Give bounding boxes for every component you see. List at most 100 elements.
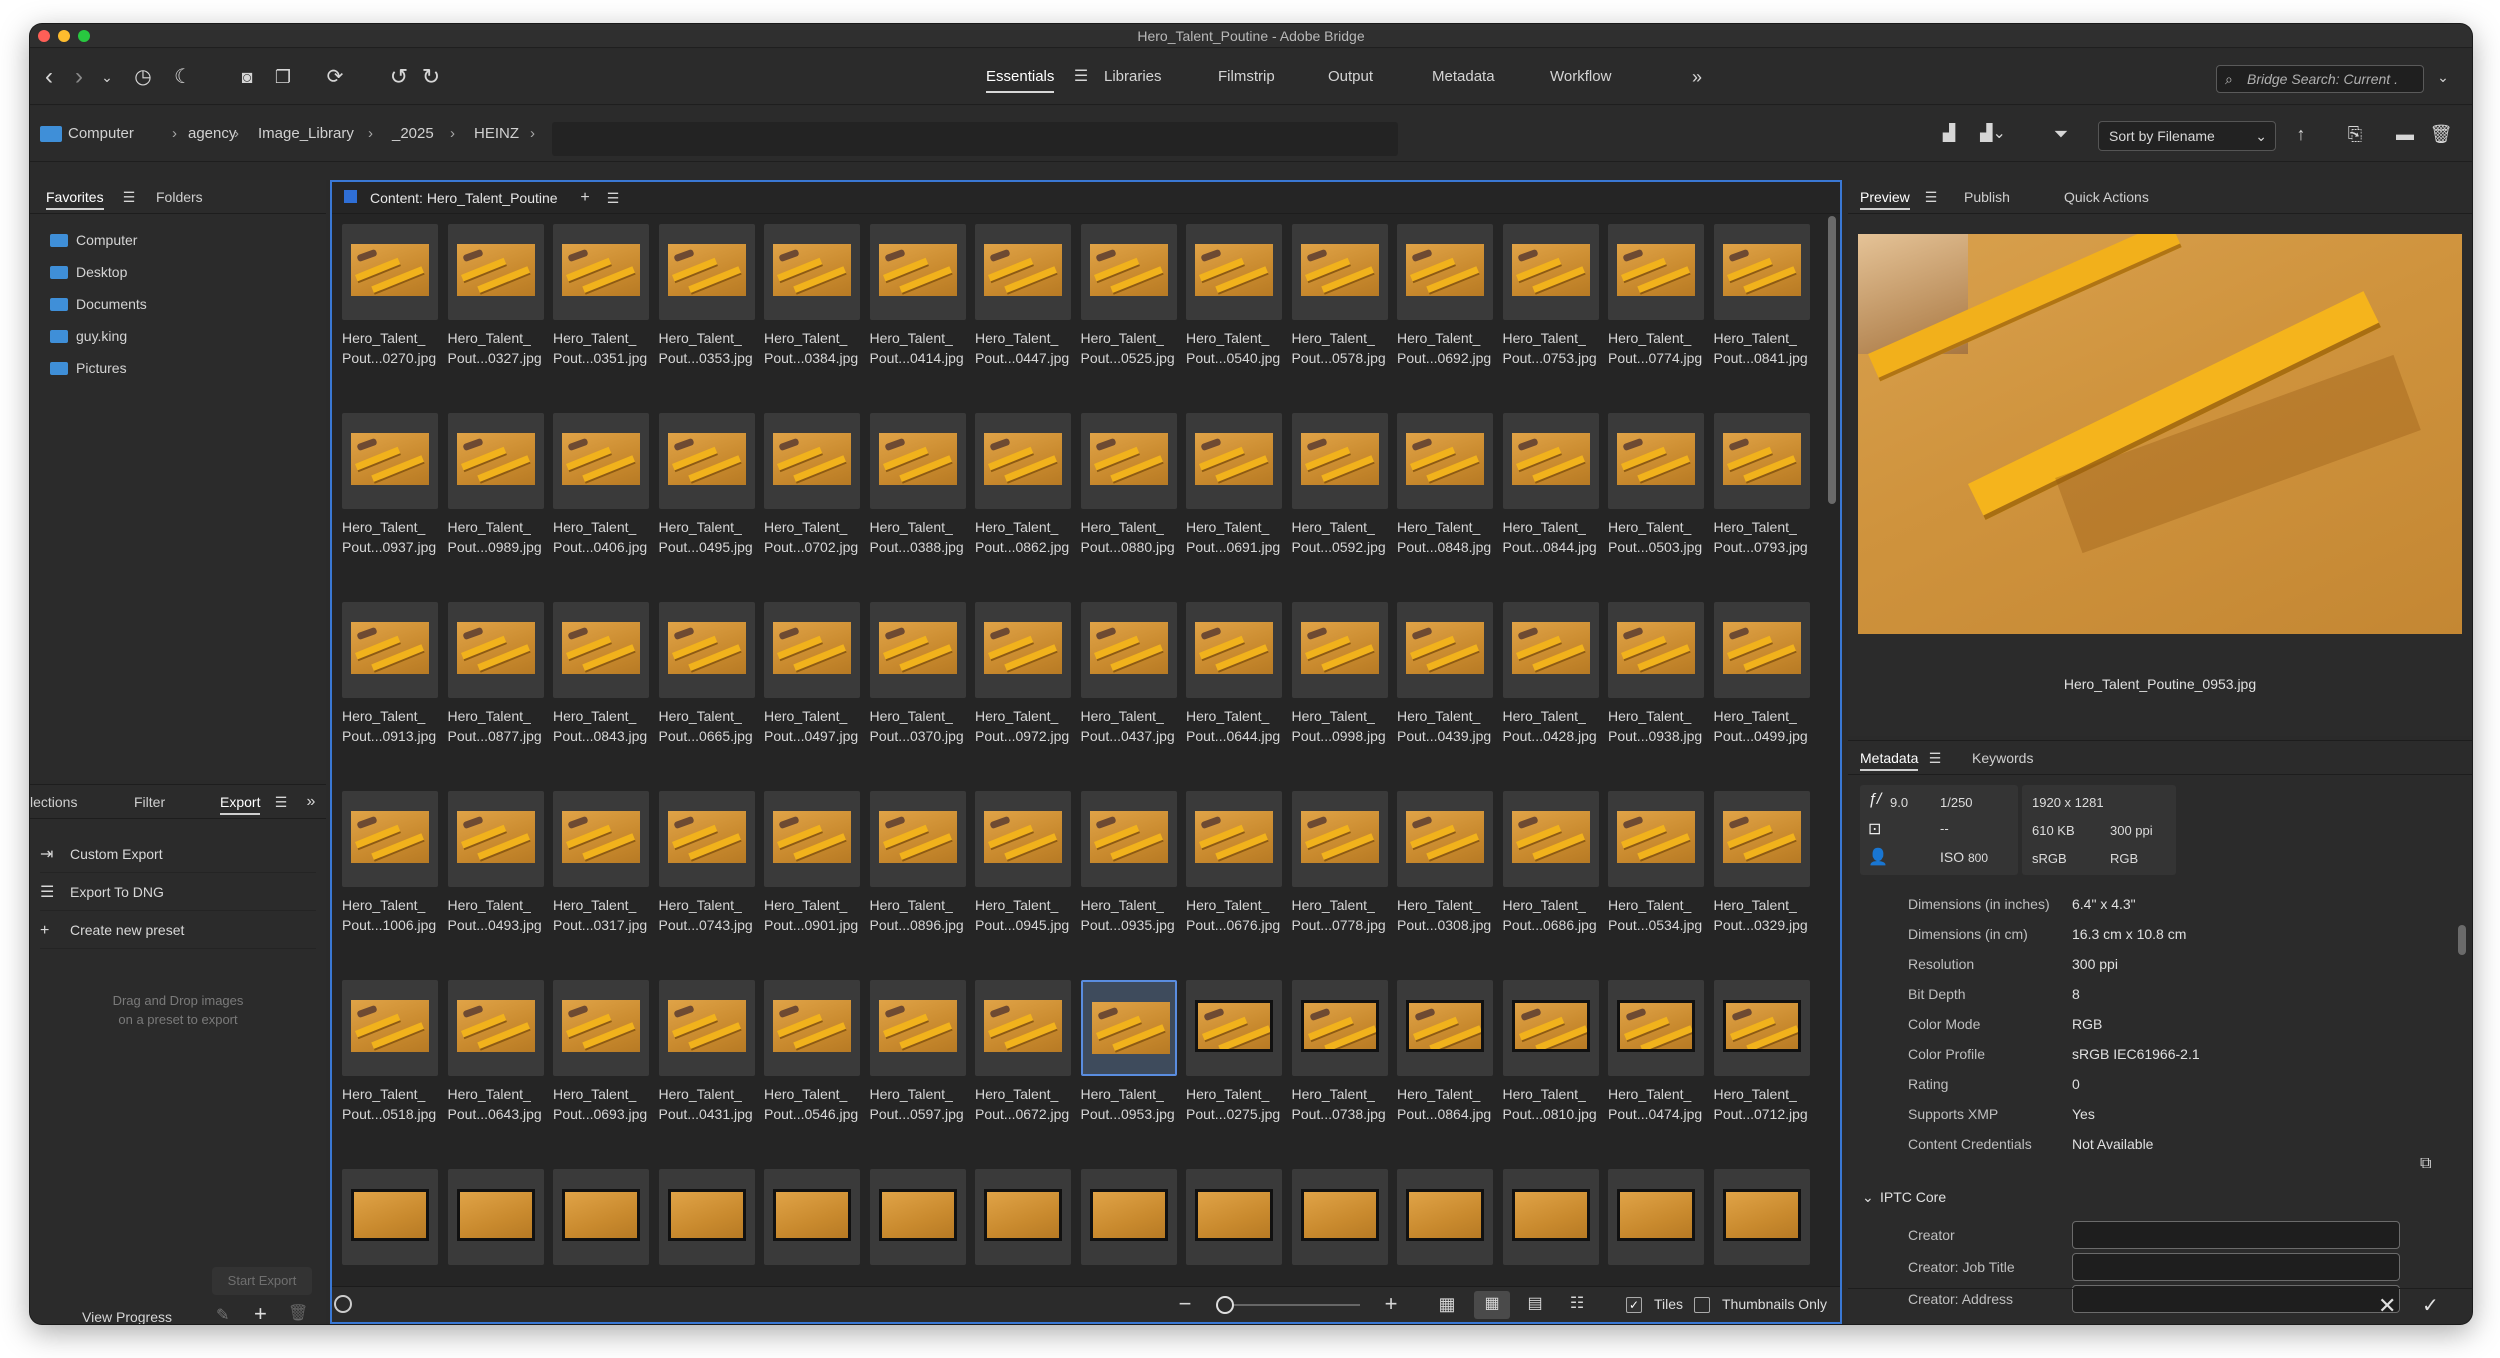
thumbnail-filename[interactable]: Hero_Talent_ Pout...0935.jpg [1081, 895, 1185, 935]
thumbnail[interactable] [342, 791, 438, 887]
apply-icon[interactable]: ✓ [2422, 1293, 2439, 1318]
favorite-documents[interactable]: Documents [50, 288, 147, 320]
sort-by-dropdown[interactable]: Sort by Filename ⌄ [2098, 121, 2276, 151]
thumbnail[interactable] [342, 980, 438, 1076]
thumbnail-filename[interactable]: Hero_Talent_ Pout...0877.jpg [448, 706, 552, 746]
thumbnail-filename[interactable]: Hero_Talent_ Pout...0738.jpg [1292, 1084, 1396, 1124]
tab-favorites[interactable]: Favorites [46, 180, 104, 214]
thumbnail-filename[interactable]: Hero_Talent_ Pout...0351.jpg [553, 328, 657, 368]
thumbnail-filename[interactable]: Hero_Talent_ Pout...0712.jpg [1714, 1084, 1818, 1124]
thumbnail-filename[interactable]: Hero_Talent_ Pout...0497.jpg [764, 706, 868, 746]
thumbnail[interactable] [764, 791, 860, 887]
thumbnail-filename[interactable]: Hero_Talent_ Pout...0493.jpg [448, 895, 552, 935]
thumbnail-filename[interactable]: Hero_Talent_ Pout...0388.jpg [870, 517, 974, 557]
delete-preset-icon[interactable]: 🗑 [288, 1303, 308, 1323]
thumbnail[interactable] [1291, 413, 1388, 509]
thumbnail-filename[interactable]: Hero_Talent_ Pout...0439.jpg [1397, 706, 1501, 746]
thumbnail[interactable] [1080, 980, 1177, 1076]
thumbnail[interactable] [1186, 224, 1282, 320]
thumbnail[interactable] [869, 791, 966, 887]
thumbnail-filename[interactable]: Hero_Talent_ Pout...0643.jpg [448, 1084, 552, 1124]
thumbnail-filename[interactable]: Hero_Talent_ Pout...0864.jpg [1397, 1084, 1501, 1124]
thumbnail[interactable] [869, 602, 966, 698]
tab-folders[interactable]: Folders [156, 180, 203, 214]
thumbnail[interactable] [553, 980, 649, 1076]
thumbnail-filename[interactable]: Hero_Talent_ Pout...0848.jpg [1397, 517, 1501, 557]
rotate-right-icon[interactable]: ↻ [416, 49, 446, 105]
workspace-tab-filmstrip[interactable]: Filmstrip [1218, 49, 1275, 105]
thumbnail-filename[interactable]: Hero_Talent_ Pout...0495.jpg [659, 517, 763, 557]
thumbnail-filename[interactable]: Hero_Talent_ Pout...0525.jpg [1081, 328, 1185, 368]
thumbnail[interactable] [447, 980, 544, 1076]
search-options-chevron-icon[interactable]: ⌄ [2428, 49, 2458, 105]
thumbnail[interactable] [1502, 602, 1599, 698]
tab-keywords[interactable]: Keywords [1972, 741, 2033, 775]
thumbnail[interactable] [447, 1169, 544, 1265]
add-tab-icon[interactable]: + [570, 182, 600, 214]
thumbnail-filename[interactable]: Hero_Talent_ Pout...0743.jpg [659, 895, 763, 935]
thumbnail-filename[interactable]: Hero_Talent_ Pout...0686.jpg [1503, 895, 1607, 935]
return-to-camera-raw-icon[interactable]: ☾ [168, 49, 198, 105]
thumbnail-filename[interactable]: Hero_Talent_ Pout...0862.jpg [975, 517, 1079, 557]
thumbnail-filename[interactable]: Hero_Talent_ Pout...0546.jpg [764, 1084, 868, 1124]
thumbnail[interactable] [1713, 602, 1810, 698]
bridge-search-input[interactable]: ⌕ Bridge Search: Current . [2216, 65, 2424, 93]
content-panel-title[interactable]: Content: Hero_Talent_Poutine [370, 182, 558, 214]
thumbnail-filename[interactable]: Hero_Talent_ Pout...0793.jpg [1714, 517, 1818, 557]
thumbnail-filename[interactable]: Hero_Talent_ Pout...0896.jpg [870, 895, 974, 935]
thumbnail[interactable] [1397, 602, 1493, 698]
thumbnail-filename[interactable]: Hero_Talent_ Pout...0998.jpg [1292, 706, 1396, 746]
thumbnail[interactable] [1713, 1169, 1810, 1265]
view-progress-link[interactable]: View Progress [82, 1309, 172, 1324]
thumbnail-filename[interactable]: Hero_Talent_ Pout...0414.jpg [870, 328, 974, 368]
thumbnail[interactable] [869, 413, 966, 509]
thumbnail-filename[interactable]: Hero_Talent_ Pout...0843.jpg [553, 706, 657, 746]
thumbnail-filename[interactable]: Hero_Talent_ Pout...0938.jpg [1608, 706, 1712, 746]
thumbnail[interactable] [1080, 413, 1177, 509]
thumbnail-filename[interactable]: Hero_Talent_ Pout...0774.jpg [1608, 328, 1712, 368]
recent-history-icon[interactable]: ◷ [128, 49, 158, 105]
tab-filter[interactable]: Filter [134, 785, 165, 819]
thumbnail[interactable] [658, 980, 755, 1076]
thumbnail[interactable] [553, 224, 649, 320]
iptc-field-input[interactable] [2072, 1221, 2400, 1249]
thumbnail-filename[interactable]: Hero_Talent_ Pout...0592.jpg [1292, 517, 1396, 557]
zoom-out-icon[interactable]: − [1170, 1287, 1200, 1321]
add-icon[interactable]: + [254, 1301, 267, 1324]
workspace-menu-icon[interactable]: ☰ [1066, 49, 1096, 105]
thumbnail[interactable] [1397, 413, 1493, 509]
thumbnail[interactable] [1291, 980, 1388, 1076]
favorite-user[interactable]: guy.king [50, 320, 127, 352]
thumbnail-size-slider[interactable] [1224, 1304, 1360, 1306]
thumbnail[interactable] [1502, 224, 1599, 320]
thumbnail[interactable] [342, 602, 438, 698]
thumbnail[interactable] [1291, 791, 1388, 887]
thumbnail-filename[interactable]: Hero_Talent_ Pout...0945.jpg [975, 895, 1079, 935]
tab-preview[interactable]: Preview [1860, 180, 1910, 214]
thumbnail[interactable] [553, 1169, 649, 1265]
thumbnail[interactable] [447, 791, 544, 887]
workspace-tab-workflow[interactable]: Workflow [1550, 49, 1611, 105]
workspace-tab-libraries[interactable]: Libraries [1104, 49, 1162, 105]
thumbnail[interactable] [869, 1169, 966, 1265]
thumbnail-filename[interactable]: Hero_Talent_ Pout...0810.jpg [1503, 1084, 1607, 1124]
thumbnail[interactable] [553, 791, 649, 887]
thumbnail-filename[interactable]: Hero_Talent_ Pout...0384.jpg [764, 328, 868, 368]
thumbnail[interactable] [1397, 224, 1493, 320]
tab-export[interactable]: Export [220, 785, 261, 819]
thumbnail-filename[interactable]: Hero_Talent_ Pout...0844.jpg [1503, 517, 1607, 557]
view-as-details-icon[interactable]: ▤ [1520, 1287, 1550, 1321]
iptc-field-input[interactable] [2072, 1253, 2400, 1281]
iptc-core-header[interactable]: ⌄ IPTC Core [1862, 1189, 1946, 1206]
thumbnail[interactable] [658, 413, 755, 509]
thumbnail[interactable] [1608, 602, 1704, 698]
close-window-button[interactable] [38, 30, 50, 42]
thumbnail[interactable] [658, 791, 755, 887]
thumbnail-filename[interactable]: Hero_Talent_ Pout...0880.jpg [1081, 517, 1185, 557]
breadcrumb-image-library[interactable]: Image_Library [258, 106, 354, 162]
thumbnail[interactable] [447, 602, 544, 698]
panel-menu-icon[interactable]: ☰ [598, 182, 628, 214]
thumbnail[interactable] [764, 224, 860, 320]
cancel-icon[interactable]: ✕ [2378, 1293, 2396, 1319]
thumbnail[interactable] [1502, 413, 1599, 509]
